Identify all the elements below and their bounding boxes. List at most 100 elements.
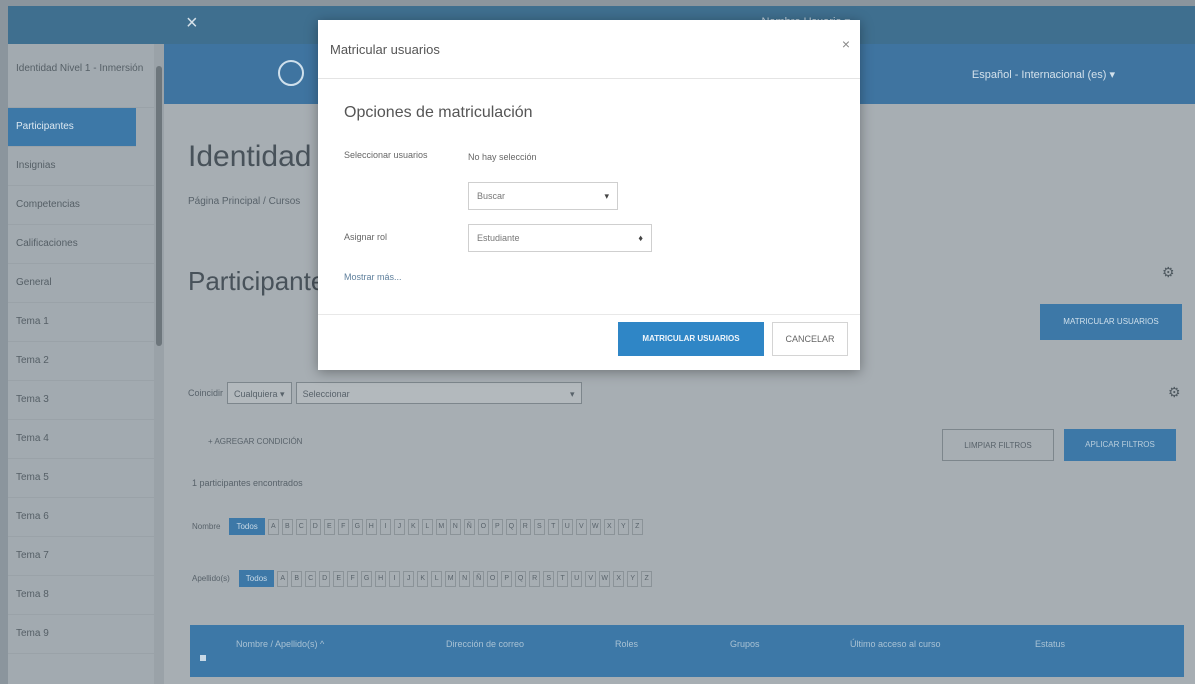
sidebar-item-topic-8[interactable]: Tema 8 (8, 576, 154, 615)
add-condition-button[interactable]: + AGREGAR CONDICIÓN (208, 437, 302, 446)
firstname-letter-button[interactable]: Ñ (463, 518, 475, 535)
firstname-letter-button[interactable]: C (295, 518, 307, 535)
sidebar-item-badges[interactable]: Insignias (8, 147, 154, 186)
lastname-letter-button[interactable]: S (543, 570, 555, 587)
sidebar-item-topic-4[interactable]: Tema 4 (8, 420, 154, 459)
lastname-letter-button[interactable]: X (613, 570, 625, 587)
filter-gear-icon[interactable]: ⚙ (1168, 384, 1181, 401)
show-more-link[interactable]: Mostrar más... (344, 272, 402, 282)
firstname-all-button[interactable]: Todos (229, 518, 265, 535)
sidebar-item-general[interactable]: General (8, 264, 154, 303)
lastname-letter-button[interactable]: I (389, 570, 401, 587)
lastname-letter-button[interactable]: M (445, 570, 457, 587)
sidebar-item-topic-7[interactable]: Tema 7 (8, 537, 154, 576)
firstname-letter-button[interactable]: K (407, 518, 419, 535)
firstname-letter-button[interactable]: U (561, 518, 573, 535)
lastname-letter-button[interactable]: Q (515, 570, 527, 587)
firstname-letter-button[interactable]: W (589, 518, 601, 535)
lastname-letter-button[interactable]: H (375, 570, 387, 587)
firstname-letter-button[interactable]: E (323, 518, 335, 535)
lastname-letter-button[interactable]: W (599, 570, 611, 587)
lastname-letter-button[interactable]: B (291, 570, 303, 587)
filter-type-select[interactable]: Seleccionar ▾ (295, 382, 582, 404)
firstname-letter-button[interactable]: A (267, 518, 279, 535)
sidebar-item-topic-1[interactable]: Tema 1 (8, 303, 154, 342)
firstname-letter-button[interactable]: J (393, 518, 405, 535)
sidebar-item-topic-9[interactable]: Tema 9 (8, 615, 154, 654)
firstname-letter-button[interactable]: R (519, 518, 531, 535)
lastname-letter-button[interactable]: Y (627, 570, 639, 587)
lastname-all-button[interactable]: Todos (238, 570, 275, 587)
lastname-letter-button[interactable]: Ñ (473, 570, 485, 587)
firstname-letter-button[interactable]: S (533, 518, 545, 535)
lastname-letter-button[interactable]: G (361, 570, 373, 587)
firstname-letter-button[interactable]: H (365, 518, 377, 535)
apply-filters-button[interactable]: APLICAR FILTROS (1064, 429, 1176, 461)
lastname-letter-button[interactable]: Z (641, 570, 653, 587)
lastname-letter-button[interactable]: V (585, 570, 597, 587)
lastname-letter-button[interactable]: T (557, 570, 569, 587)
firstname-letter-button[interactable]: G (351, 518, 363, 535)
firstname-letter-button[interactable]: T (547, 518, 559, 535)
enrol-users-button[interactable]: MATRICULAR USUARIOS (1040, 304, 1182, 340)
user-search-dropdown[interactable]: Buscar ▾ (468, 182, 618, 210)
firstname-letter-button[interactable]: D (309, 518, 321, 535)
firstname-letter-button[interactable]: Y (617, 518, 629, 535)
lastname-letter-button[interactable]: A (277, 570, 289, 587)
clear-filters-button[interactable]: LIMPIAR FILTROS (942, 429, 1054, 461)
firstname-letter-button[interactable]: O (477, 518, 489, 535)
firstname-letter-button[interactable]: I (379, 518, 391, 535)
sidebar-item-topic-2[interactable]: Tema 2 (8, 342, 154, 381)
assign-role-label: Asignar rol (344, 232, 388, 242)
lastname-letter-button[interactable]: E (333, 570, 345, 587)
firstname-letter-button[interactable]: M (435, 518, 447, 535)
lastname-letter-button[interactable]: D (319, 570, 331, 587)
lastname-letter-button[interactable]: O (487, 570, 499, 587)
lastname-letter-button[interactable]: K (417, 570, 429, 587)
firstname-letter-button[interactable]: Z (631, 518, 643, 535)
sidebar-item-course[interactable]: Identidad Nivel 1 - Inmersión (8, 44, 154, 108)
course-sidebar: Identidad Nivel 1 - Inmersión Participan… (8, 44, 154, 684)
sidebar-scrollbar-thumb[interactable] (156, 66, 162, 346)
sidebar-item-participants[interactable]: Participantes (8, 108, 136, 147)
site-logo-icon[interactable] (278, 60, 304, 86)
firstname-letter-button[interactable]: N (449, 518, 461, 535)
lastname-letter-button[interactable]: C (305, 570, 317, 587)
select-all-checkbox[interactable] (200, 655, 206, 661)
firstname-letter-button[interactable]: V (575, 518, 587, 535)
sidebar-item-topic-3[interactable]: Tema 3 (8, 381, 154, 420)
sidebar-item-competencies[interactable]: Competencias (8, 186, 154, 225)
firstname-letter-button[interactable]: L (421, 518, 433, 535)
column-name[interactable]: Nombre / Apellido(s) ^ (236, 639, 324, 649)
firstname-letter-button[interactable]: Q (505, 518, 517, 535)
column-email[interactable]: Dirección de correo (446, 639, 524, 649)
firstname-letter-button[interactable]: P (491, 518, 503, 535)
close-icon[interactable]: × (186, 12, 198, 35)
dialog-close-icon[interactable]: × (842, 36, 850, 52)
lastname-letter-button[interactable]: R (529, 570, 541, 587)
enrol-users-submit-button[interactable]: MATRICULAR USUARIOS (618, 322, 764, 356)
enrol-users-dialog: Matricular usuarios × Opciones de matric… (318, 20, 860, 370)
breadcrumb[interactable]: Página Principal / Cursos (188, 196, 300, 207)
match-select[interactable]: Cualquiera ▾ (227, 382, 292, 404)
dialog-divider (318, 78, 860, 79)
lastname-letter-button[interactable]: J (403, 570, 415, 587)
lastname-letter-button[interactable]: L (431, 570, 443, 587)
lastname-letter-button[interactable]: F (347, 570, 359, 587)
sidebar-item-topic-6[interactable]: Tema 6 (8, 498, 154, 537)
dialog-title: Matricular usuarios (330, 42, 440, 57)
firstname-letter-button[interactable]: B (281, 518, 293, 535)
lastname-letter-button[interactable]: P (501, 570, 513, 587)
lastname-letter-button[interactable]: U (571, 570, 583, 587)
cancel-button[interactable]: CANCELAR (772, 322, 848, 356)
gear-icon[interactable]: ⚙ (1162, 264, 1175, 281)
column-status: Estatus (1035, 639, 1066, 649)
assign-role-select[interactable]: Estudiante ♦ (468, 224, 652, 252)
sidebar-item-grades[interactable]: Calificaciones (8, 225, 154, 264)
sidebar-item-topic-5[interactable]: Tema 5 (8, 459, 154, 498)
lastname-letter-button[interactable]: N (459, 570, 471, 587)
column-last-access[interactable]: Último acceso al curso (850, 639, 941, 649)
language-menu[interactable]: Español - Internacional (es) ▾ (972, 68, 1115, 81)
firstname-letter-button[interactable]: F (337, 518, 349, 535)
firstname-letter-button[interactable]: X (603, 518, 615, 535)
